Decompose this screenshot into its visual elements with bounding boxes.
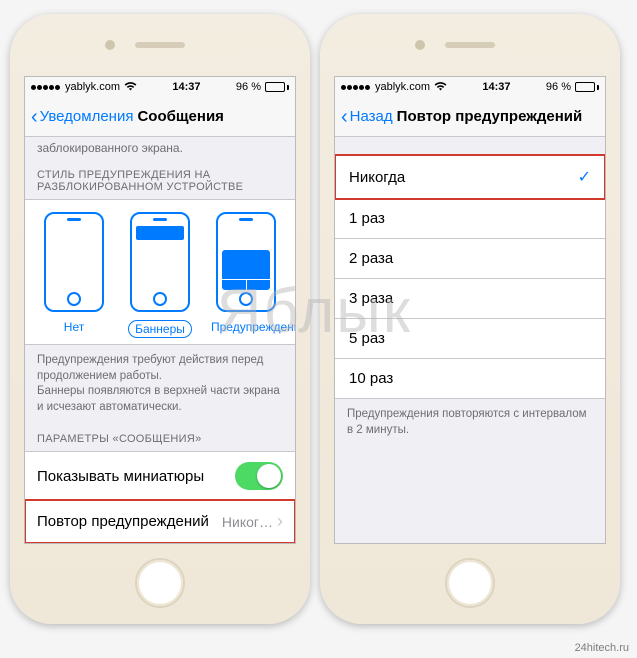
phone-glyph-banner-icon	[130, 212, 190, 312]
phone-camera	[105, 40, 115, 50]
repeat-footer: Предупреждения повторяются с интервалом …	[335, 399, 605, 442]
chevron-left-icon: ‹	[31, 107, 38, 127]
section-header-params: ПАРАМЕТРЫ «СООБЩЕНИЯ»	[25, 419, 295, 451]
repeat-alerts-value: Никог…	[222, 514, 273, 530]
back-label: Уведомления	[40, 108, 134, 125]
chevron-right-icon: ›	[277, 511, 283, 532]
alert-style-footer: Предупреждения требуют действия перед пр…	[25, 345, 295, 419]
phone-left: yablyk.com 14:37 96 % ‹ Уведомления	[10, 14, 310, 624]
phone-glyph-none-icon	[44, 212, 104, 312]
show-thumbnails-toggle[interactable]	[235, 462, 283, 490]
battery-icon	[575, 82, 599, 92]
page-title: Повтор предупреждений	[397, 108, 599, 125]
home-button[interactable]	[445, 558, 495, 608]
repeat-option-label: 5 раз	[349, 330, 385, 347]
screen-left: yablyk.com 14:37 96 % ‹ Уведомления	[24, 76, 296, 544]
repeat-option[interactable]: Никогда ✓	[335, 155, 605, 199]
repeat-option-label: Никогда	[349, 169, 405, 186]
section-header-alert-style: СТИЛЬ ПРЕДУПРЕЖДЕНИЯ НА РАЗБЛОКИРОВАННОМ…	[25, 155, 295, 199]
battery-percent: 96 %	[546, 81, 571, 93]
credit-label: 24hitech.ru	[575, 642, 629, 654]
repeat-options-list: Никогда ✓ 1 раз 2 раза 3 раза 5 раз 10 раз	[335, 155, 605, 399]
phone-speaker	[445, 42, 495, 48]
repeat-option[interactable]: 2 раза	[335, 239, 605, 279]
alert-style-alerts-label: Предупреждения	[211, 320, 295, 334]
battery-percent: 96 %	[236, 81, 261, 93]
repeat-option[interactable]: 3 раза	[335, 279, 605, 319]
chevron-left-icon: ‹	[341, 107, 348, 127]
phone-right: yablyk.com 14:37 96 % ‹ Назад	[320, 14, 620, 624]
phone-glyph-alert-icon	[216, 212, 276, 312]
battery-icon	[265, 82, 289, 92]
repeat-alerts-cell[interactable]: Повтор предупреждений Никог… ›	[25, 500, 295, 543]
repeat-option-label: 2 раза	[349, 250, 393, 267]
page-title: Сообщения	[137, 108, 289, 125]
carrier-label: yablyk.com	[375, 81, 430, 93]
alert-style-alerts[interactable]: Предупреждения	[211, 212, 281, 338]
truncated-text: заблокированного экрана.	[25, 137, 295, 155]
back-label: Назад	[350, 108, 393, 125]
alert-style-banners-label: Баннеры	[128, 320, 192, 338]
alert-style-banners[interactable]: Баннеры	[125, 212, 195, 338]
nav-bar: ‹ Назад Повтор предупреждений	[335, 97, 605, 137]
signal-dots-icon	[341, 81, 371, 93]
back-button[interactable]: ‹ Назад	[341, 107, 393, 127]
wifi-icon	[124, 81, 137, 94]
phone-speaker	[135, 42, 185, 48]
alert-style-none[interactable]: Нет	[39, 212, 109, 338]
repeat-option-label: 10 раз	[349, 370, 393, 387]
home-button[interactable]	[135, 558, 185, 608]
repeat-alerts-label: Повтор предупреждений	[37, 513, 209, 530]
back-button[interactable]: ‹ Уведомления	[31, 107, 133, 127]
show-thumbnails-cell[interactable]: Показывать миниатюры	[25, 451, 295, 501]
show-thumbnails-label: Показывать миниатюры	[37, 468, 204, 485]
status-time: 14:37	[482, 81, 510, 93]
alert-style-group: Нет Баннеры Предупреждения	[25, 199, 295, 345]
status-time: 14:37	[172, 81, 200, 93]
carrier-label: yablyk.com	[65, 81, 120, 93]
repeat-option[interactable]: 5 раз	[335, 319, 605, 359]
repeat-option-label: 1 раз	[349, 210, 385, 227]
checkmark-icon: ✓	[578, 167, 591, 187]
nav-bar: ‹ Уведомления Сообщения	[25, 97, 295, 137]
phone-camera	[415, 40, 425, 50]
signal-dots-icon	[31, 81, 61, 93]
status-bar: yablyk.com 14:37 96 %	[25, 77, 295, 97]
alert-style-none-label: Нет	[64, 320, 84, 334]
repeat-option[interactable]: 10 раз	[335, 359, 605, 399]
wifi-icon	[434, 81, 447, 94]
status-bar: yablyk.com 14:37 96 %	[335, 77, 605, 97]
screen-right: yablyk.com 14:37 96 % ‹ Назад	[334, 76, 606, 544]
repeat-option-label: 3 раза	[349, 290, 393, 307]
repeat-option[interactable]: 1 раз	[335, 199, 605, 239]
